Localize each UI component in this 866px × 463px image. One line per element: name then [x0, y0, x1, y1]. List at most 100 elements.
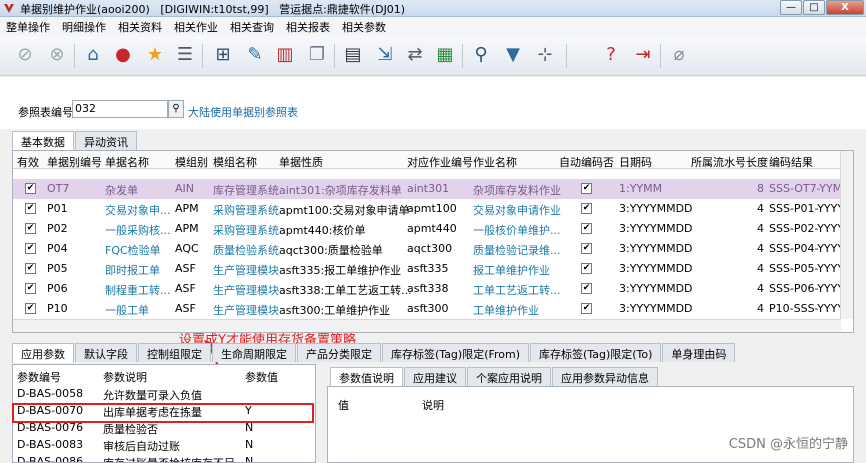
tab-param-value-desc[interactable]: 参数值说明	[330, 367, 403, 387]
auto-number-checkbox[interactable]: ✔	[581, 263, 592, 274]
col-code-result[interactable]: 编码结果	[769, 154, 813, 170]
menu-related-data[interactable]: 相关资料	[118, 19, 162, 35]
menu-detail-ops[interactable]: 明细操作	[62, 19, 106, 35]
tab-tag-to[interactable]: 库存标签(Tag)限定(To)	[530, 343, 662, 362]
tab-control-group[interactable]: 控制组限定	[138, 343, 211, 362]
col-doc-nature[interactable]: 单据性质	[279, 154, 323, 170]
valid-checkbox[interactable]: ✔	[25, 263, 36, 274]
grid-cell-module-name: 采购管理系统	[213, 224, 279, 237]
valid-checkbox[interactable]: ✔	[25, 303, 36, 314]
table-row[interactable]: ✔ P10 一般工单 ASF 生产管理模块 asft300:工单维护作业 asft300 工单…	[13, 299, 841, 319]
table-row[interactable]: ✔ P04 FQC检验单 AQC 质量检验系统 aqct300:质量检验单 aqct300 质…	[13, 239, 841, 259]
favorite-star-icon[interactable]: ★	[142, 42, 168, 68]
table-row[interactable]: ✔ OT7 杂发单 AIN 库存管理系统 aint301:杂项库存发料单 aint301 杂项…	[13, 179, 841, 199]
list-item[interactable]: D-BAS-0086 库存过账量否检核库存不足 N	[13, 453, 315, 462]
attachment-icon[interactable]: ⌀	[666, 42, 692, 68]
grid-cell-prog-name: 工单工艺返工转...	[473, 284, 561, 297]
detail-col-value: 值	[338, 399, 349, 412]
grid-cell-length: 4	[757, 242, 764, 255]
tab-default-fields[interactable]: 默认字段	[75, 343, 137, 362]
grid-cell-date-code: 3:YYYYMMDD	[619, 202, 693, 215]
grid-cell-nature: asft338:工单工艺返工转...	[279, 284, 412, 297]
add-icon[interactable]: ⊞	[210, 42, 236, 68]
valid-checkbox[interactable]: ✔	[25, 203, 36, 214]
tab-param-change-info[interactable]: 应用参数异动信息	[552, 367, 658, 386]
col-date-code[interactable]: 日期码	[619, 154, 652, 170]
tab-basic-data[interactable]: 基本数据	[12, 131, 74, 151]
auto-number-checkbox[interactable]: ✔	[581, 243, 592, 254]
valid-checkbox[interactable]: ✔	[25, 223, 36, 234]
col-module-name[interactable]: 模组名称	[213, 154, 257, 170]
auto-number-checkbox[interactable]: ✔	[581, 183, 592, 194]
excel-icon[interactable]: ▦	[432, 42, 458, 68]
col-serial-length[interactable]: 所属流水号长度	[691, 154, 768, 170]
menu-related-report[interactable]: 相关报表	[286, 19, 330, 35]
col-doc-code[interactable]: 单据别编号	[47, 154, 102, 170]
auto-number-checkbox[interactable]: ✔	[581, 203, 592, 214]
grid-horizontal-scrollbar[interactable]	[13, 319, 841, 332]
menu-related-query[interactable]: 相关查询	[230, 19, 274, 35]
param-desc: 质量检验否	[103, 423, 158, 436]
tab-app-params[interactable]: 应用参数	[12, 343, 74, 363]
tab-case-desc[interactable]: 个案应用说明	[467, 367, 551, 386]
close-button[interactable]: X	[826, 0, 864, 15]
table-row[interactable]: ✔ P05 即时报工单 ASF 生产管理模块 asft335:报工单维护作业 asft335…	[13, 259, 841, 279]
detail-tabs: 参数值说明 应用建议 个案应用说明 应用参数异动信息	[330, 367, 659, 387]
filter-icon[interactable]: ▼	[500, 42, 526, 68]
minimize-button[interactable]: —	[780, 0, 802, 15]
grid-cell-date-code: 1:YYMM	[619, 182, 663, 195]
edit-pencil-icon[interactable]: ✎	[242, 42, 268, 68]
cancel-icon[interactable]: ⊗	[44, 42, 70, 68]
location-pin-icon[interactable]: ●	[110, 42, 136, 68]
col-module[interactable]: 模组别	[175, 154, 208, 170]
valid-checkbox[interactable]: ✔	[25, 243, 36, 254]
delete-trash-icon[interactable]: ▥	[272, 42, 298, 68]
auto-number-checkbox[interactable]: ✔	[581, 283, 592, 294]
tab-reason-code[interactable]: 单身理由码	[662, 343, 736, 362]
col-prog-code[interactable]: 对应作业编号	[407, 154, 473, 170]
col-auto-number[interactable]: 自动编码否	[559, 154, 614, 170]
help-icon[interactable]: ?	[598, 42, 624, 68]
col-valid[interactable]: 有效	[17, 154, 39, 170]
tab-change-info[interactable]: 异动资讯	[75, 131, 137, 150]
auto-number-checkbox[interactable]: ✔	[581, 223, 592, 234]
col-prog-name[interactable]: 作业名称	[473, 154, 517, 170]
export-icon[interactable]: ⇲	[372, 42, 398, 68]
home-icon[interactable]: ⌂	[80, 42, 106, 68]
copy-icon[interactable]: ❐	[304, 42, 330, 68]
reference-bar: 参照表编号 032 ⚲ 大陆使用单据别参照表	[0, 77, 866, 129]
doc-type-grid: 有效 单据别编号 单据名称 模组别 模组名称 单据性质 对应作业编号 作业名称 …	[12, 150, 854, 333]
menu-bar: 整单操作 明细操作 相关资料 相关作业 相关查询 相关报表 相关参数	[0, 17, 866, 36]
auto-number-checkbox[interactable]: ✔	[581, 303, 592, 314]
table-row[interactable]: ✔ P06 制程重工转... ASF 生产管理模块 asft338:工单工艺返工转... a…	[13, 279, 841, 299]
tab-product-class[interactable]: 产品分类限定	[297, 343, 381, 362]
param-col-code: 参数编号	[17, 371, 61, 384]
list-icon[interactable]: ☰	[172, 42, 198, 68]
confirm-icon[interactable]: ⊘	[12, 42, 38, 68]
tab-tag-from[interactable]: 库存标签(Tag)限定(From)	[382, 343, 530, 362]
network-icon[interactable]: ⊹	[532, 42, 558, 68]
search-icon[interactable]: ⚲	[468, 42, 494, 68]
exit-icon[interactable]: ⇥	[630, 42, 656, 68]
menu-related-jobs[interactable]: 相关作业	[174, 19, 218, 35]
grid-cell-length: 4	[757, 302, 764, 315]
grid-cell-module-name: 生产管理模块	[213, 264, 279, 277]
print-icon[interactable]: ▤	[340, 42, 366, 68]
lookup-icon[interactable]: ⚲	[168, 100, 184, 118]
col-doc-name[interactable]: 单据名称	[105, 154, 149, 170]
menu-doc-ops[interactable]: 整单操作	[6, 19, 50, 35]
table-row[interactable]: ✔ P01 交易对象申... APM 采购管理系统 apmt100:交易对象申请单 apmt…	[13, 199, 841, 219]
menu-related-params[interactable]: 相关参数	[342, 19, 386, 35]
grid-cell-module: ASF	[175, 282, 196, 295]
ref-table-input[interactable]: 032	[72, 100, 168, 118]
valid-checkbox[interactable]: ✔	[25, 183, 36, 194]
tab-app-suggestion[interactable]: 应用建议	[404, 367, 466, 386]
ref-table-desc-link[interactable]: 大陆使用单据别参照表	[188, 104, 298, 120]
grid-cell-result: SSS-P06-YYYY	[769, 282, 841, 295]
valid-checkbox[interactable]: ✔	[25, 283, 36, 294]
maximize-button[interactable]: □	[803, 0, 825, 15]
table-row[interactable]: ✔ P02 一般采购核... APM 采购管理系统 apmt440:核价单 apmt440 一…	[13, 219, 841, 239]
grid-vertical-scrollbar[interactable]	[840, 151, 853, 319]
transfer-icon[interactable]: ⇄	[402, 42, 428, 68]
tab-lifecycle[interactable]: 生命周期限定	[212, 343, 296, 362]
